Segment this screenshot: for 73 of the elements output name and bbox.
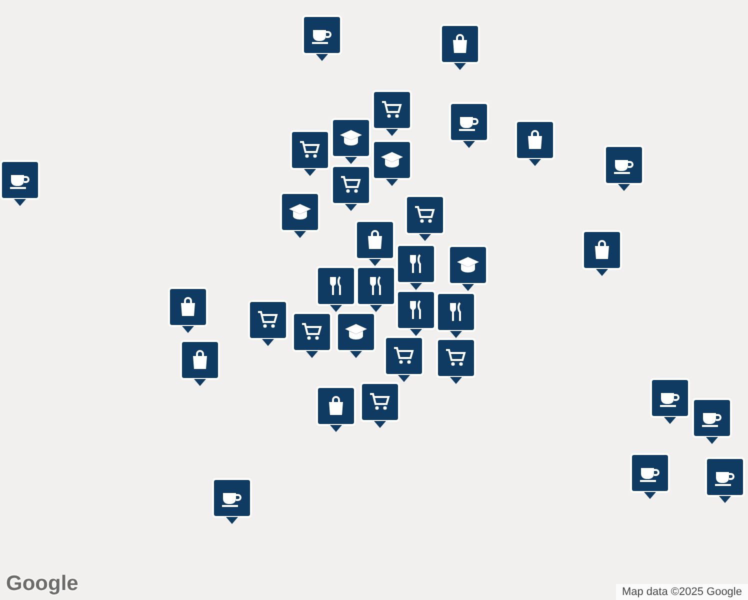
map-pin[interactable] bbox=[582, 230, 622, 276]
shopping-cart-icon bbox=[341, 176, 361, 193]
map-logo: Google bbox=[6, 572, 78, 596]
map-pin[interactable] bbox=[331, 165, 371, 211]
shopping-cart-icon bbox=[258, 311, 278, 328]
map-pin[interactable] bbox=[248, 300, 288, 346]
map-pin[interactable] bbox=[448, 245, 488, 291]
shopping-cart-icon bbox=[370, 393, 390, 410]
coffee-cup-icon bbox=[614, 160, 634, 174]
map-pin[interactable] bbox=[440, 24, 480, 70]
map-pin[interactable] bbox=[0, 160, 40, 206]
graduation-cap-icon bbox=[381, 152, 403, 168]
map-pin[interactable] bbox=[280, 192, 320, 238]
map-pin[interactable] bbox=[396, 244, 436, 290]
map-pin[interactable] bbox=[360, 382, 400, 428]
map-pin[interactable] bbox=[290, 130, 330, 176]
map-tile[interactable]: Google Map data ©2025 Google bbox=[0, 0, 748, 600]
map-pin[interactable] bbox=[212, 478, 252, 524]
map-pin[interactable] bbox=[515, 120, 555, 166]
shopping-cart-icon bbox=[382, 101, 402, 118]
map-pin[interactable] bbox=[316, 386, 356, 432]
shopping-bag-icon bbox=[368, 230, 382, 249]
graduation-cap-icon bbox=[457, 257, 479, 272]
map-pin[interactable] bbox=[180, 340, 220, 386]
map-pin[interactable] bbox=[705, 457, 745, 503]
fork-knife-icon bbox=[410, 300, 421, 320]
graduation-cap-icon bbox=[340, 130, 362, 146]
fork-knife-icon bbox=[410, 254, 421, 274]
map-pin[interactable] bbox=[356, 266, 396, 312]
coffee-cup-icon bbox=[715, 472, 734, 486]
shopping-cart-icon bbox=[446, 349, 466, 366]
shopping-cart-icon bbox=[300, 141, 320, 158]
graduation-cap-icon bbox=[289, 204, 311, 220]
shopping-bag-icon bbox=[193, 350, 207, 369]
map-pin[interactable] bbox=[316, 266, 356, 312]
map-pin[interactable] bbox=[355, 220, 395, 266]
map-pin[interactable] bbox=[436, 292, 476, 338]
map-pin[interactable] bbox=[436, 338, 476, 384]
map-pin[interactable] bbox=[396, 290, 436, 336]
fork-knife-icon bbox=[330, 276, 341, 296]
map-pin[interactable] bbox=[650, 378, 690, 424]
map-pin[interactable] bbox=[630, 453, 670, 499]
shopping-bag-icon bbox=[181, 297, 195, 316]
shopping-bag-icon bbox=[453, 34, 467, 53]
coffee-cup-icon bbox=[222, 493, 242, 507]
map-pin[interactable] bbox=[336, 312, 376, 358]
coffee-cup-icon bbox=[640, 468, 660, 482]
map-pin[interactable] bbox=[302, 15, 342, 61]
map-pin[interactable] bbox=[168, 287, 208, 333]
coffee-cup-icon bbox=[702, 413, 722, 427]
fork-knife-icon bbox=[370, 276, 381, 296]
coffee-cup-icon bbox=[660, 393, 680, 407]
map-pin[interactable] bbox=[692, 398, 732, 444]
coffee-cup-icon bbox=[312, 30, 332, 44]
shopping-cart-icon bbox=[394, 347, 414, 364]
shopping-bag-icon bbox=[595, 240, 609, 259]
shopping-cart-icon bbox=[415, 206, 435, 223]
coffee-cup-icon bbox=[10, 175, 30, 189]
map-pin[interactable] bbox=[384, 336, 424, 382]
map-pin[interactable] bbox=[604, 145, 644, 191]
fork-knife-icon bbox=[450, 302, 461, 322]
map-pin[interactable] bbox=[449, 102, 489, 148]
shopping-bag-icon bbox=[528, 130, 542, 149]
shopping-cart-icon bbox=[302, 323, 322, 340]
graduation-cap-icon bbox=[345, 324, 367, 340]
shopping-bag-icon bbox=[329, 396, 343, 415]
map-pin[interactable] bbox=[372, 140, 412, 186]
map-pin[interactable] bbox=[331, 118, 371, 164]
map-pin[interactable] bbox=[292, 312, 332, 358]
map-pin[interactable] bbox=[405, 195, 445, 241]
map-attribution: Map data ©2025 Google bbox=[616, 584, 748, 600]
coffee-cup-icon bbox=[459, 117, 478, 131]
map-pin[interactable] bbox=[372, 90, 412, 136]
